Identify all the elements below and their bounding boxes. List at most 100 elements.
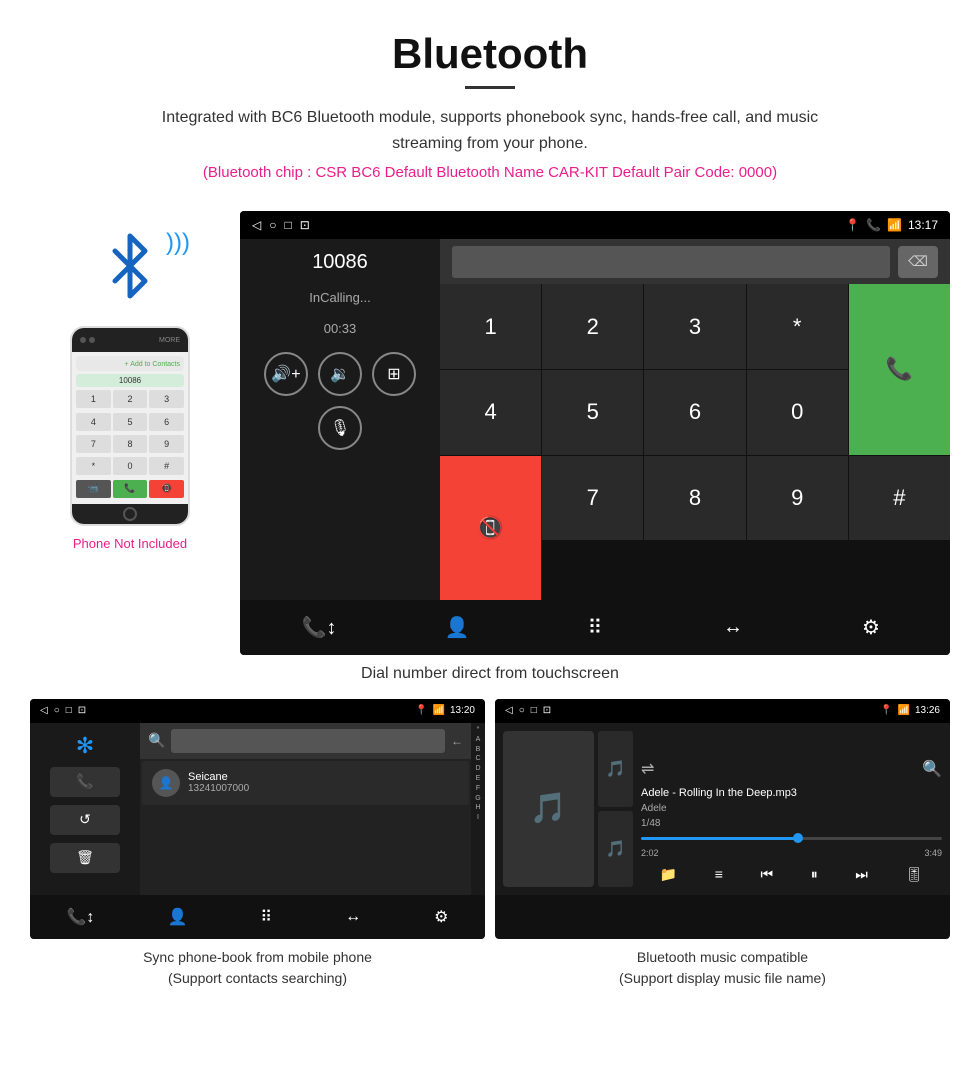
pb-search-input[interactable] — [171, 729, 445, 753]
pb-search-bar: 🔍 ← — [140, 723, 471, 759]
call-icon: 📞 — [866, 218, 881, 232]
album-secondary-art: 🎵 🎵 — [598, 731, 633, 887]
phonebook-main: 🔍 ← 👤 Seicane 13241007000 — [140, 723, 471, 895]
pb-sync-button[interactable]: ↺ — [50, 805, 120, 835]
dial-layout: 10086 InCalling... 00:33 🔊+ 🔉 ⊞ 🎙 ⌫ — [240, 239, 950, 600]
key-6[interactable]: 6 — [644, 370, 745, 455]
volume-down-button[interactable]: 🔉 — [318, 352, 362, 396]
phone-top-bar: MORE — [72, 328, 188, 352]
key-zero[interactable]: 0 — [747, 370, 848, 455]
mute-button[interactable]: 🎙 — [318, 406, 362, 450]
key-1[interactable]: 1 — [440, 284, 541, 369]
contacts-tab-icon[interactable]: 👤 — [435, 605, 479, 649]
transfer-button[interactable]: ⊞ — [372, 352, 416, 396]
call-end-button[interactable]: 📵 — [440, 456, 541, 600]
music-track-name: Adele - Rolling In the Deep.mp3 — [641, 787, 942, 799]
key-5[interactable]: 5 — [542, 370, 643, 455]
dial-left-panel: 10086 InCalling... 00:33 🔊+ 🔉 ⊞ 🎙 — [240, 239, 440, 600]
phonebook-screen: ◁ ○ □ ⊡ 📍 📶 13:20 ✻ 📞 ↺ 🗑 — [30, 699, 485, 939]
album-sm-2: 🎵 — [598, 811, 633, 887]
backspace-button[interactable]: ⌫ — [898, 246, 938, 278]
pb-back-icon: ◁ — [40, 705, 48, 716]
pb-contacts-tab[interactable]: 👤 — [167, 907, 187, 927]
music-playback-controls: 📁 ≡ ⏮ ⏸ ⏭ 🎚 — [641, 862, 942, 887]
bluetooth-icon-container: ))) — [100, 231, 160, 306]
key-4[interactable]: 4 — [440, 370, 541, 455]
dial-right-panel: ⌫ 1 2 3 * 📞 4 5 6 0 📵 7 8 — [440, 239, 950, 600]
equalizer-icon[interactable]: 🎚 — [905, 866, 923, 883]
pb-contact-phone: 13241007000 — [188, 783, 249, 794]
android-status-bar: ◁ ○ □ ⊡ 📍 📞 📶 13:17 — [240, 211, 950, 239]
bottom-screenshots: ◁ ○ □ ⊡ 📍 📶 13:20 ✻ 📞 ↺ 🗑 — [0, 699, 980, 989]
pb-contact-name: Seicane — [188, 771, 249, 783]
keypad-grid: 1 2 3 * 📞 4 5 6 0 📵 7 8 9 # — [440, 284, 950, 600]
music-controls-top: ⇌ 🔍 — [641, 759, 942, 779]
folder-icon[interactable]: 📁 — [660, 866, 677, 883]
ms-time: 13:26 — [915, 705, 940, 716]
music-progress-dot[interactable] — [793, 833, 803, 843]
music-time-total: 3:49 — [924, 848, 942, 858]
signal-waves-icon: ))) — [166, 231, 190, 255]
pb-location-icon: 📍 — [415, 705, 427, 716]
pb-delete-button[interactable]: 🗑 — [50, 843, 120, 873]
key-star[interactable]: * — [747, 284, 848, 369]
volume-up-button[interactable]: 🔊+ — [264, 352, 308, 396]
phonebook-bottom-bar: 📞↕ 👤 ⠿ ↔ ⚙ — [30, 895, 485, 939]
music-time-current: 2:02 — [641, 848, 659, 858]
music-album-art: 🎵 🎵 🎵 — [503, 731, 633, 887]
call-answer-button[interactable]: 📞 — [849, 284, 950, 454]
calls-tab-icon[interactable]: 📞↕ — [297, 605, 341, 649]
next-icon[interactable]: ⏭ — [855, 866, 868, 883]
signal-icon: 📶 — [887, 218, 902, 232]
music-status-bar: ◁ ○ □ ⊡ 📍 📶 13:26 — [495, 699, 950, 723]
pb-notif-icon: ⊡ — [78, 705, 86, 716]
key-9[interactable]: 9 — [747, 456, 848, 541]
dialpad-tab-icon[interactable]: ⠿ — [573, 605, 617, 649]
pb-dialpad-tab[interactable]: ⠿ — [260, 907, 272, 927]
pb-bluetooth-icon: ✻ — [76, 733, 94, 759]
transfer-tab-icon[interactable]: ↔ — [711, 605, 755, 649]
music-info: ⇌ 🔍 Adele - Rolling In the Deep.mp3 Adel… — [641, 731, 942, 887]
music-progress-fill — [641, 837, 798, 840]
android-dial-screen: ◁ ○ □ ⊡ 📍 📞 📶 13:17 10086 InCalling... — [240, 211, 950, 655]
dial-timer: 00:33 — [324, 321, 357, 336]
music-screenshot-block: ◁ ○ □ ⊡ 📍 📶 13:26 🎵 🎵 🎵 — [495, 699, 950, 989]
search-icon[interactable]: 🔍 — [922, 759, 942, 779]
pb-settings-tab[interactable]: ⚙ — [434, 907, 448, 927]
key-7[interactable]: 7 — [542, 456, 643, 541]
phonebook-sidebar: ✻ 📞 ↺ 🗑 — [30, 723, 140, 895]
shuffle-icon[interactable]: ⇌ — [641, 759, 654, 779]
pb-call-button[interactable]: 📞 — [50, 767, 120, 797]
phone-keypad: 123 456 789 *0# 📹 📞 📵 — [76, 390, 184, 500]
play-pause-icon[interactable]: ⏸ — [811, 866, 818, 883]
key-2[interactable]: 2 — [542, 284, 643, 369]
music-layout: 🎵 🎵 🎵 ⇌ 🔍 Adele - Rolling In the Deep.mp… — [495, 723, 950, 895]
pb-calls-tab[interactable]: 📞↕ — [67, 907, 95, 927]
phonebook-screenshot-block: ◁ ○ □ ⊡ 📍 📶 13:20 ✻ 📞 ↺ 🗑 — [30, 699, 485, 989]
settings-tab-icon[interactable]: ⚙ — [849, 605, 893, 649]
music-progress-bar — [641, 837, 942, 840]
pb-contact-item[interactable]: 👤 Seicane 13241007000 — [142, 761, 469, 805]
key-hash[interactable]: # — [849, 456, 950, 541]
ms-signal-icon: 📶 — [898, 705, 910, 716]
location-icon: 📍 — [845, 218, 860, 232]
pb-home-icon: ○ — [54, 705, 60, 716]
playlist-icon[interactable]: ≡ — [715, 866, 723, 882]
phone-image: MORE + Add to Contacts 10086 123 456 789… — [70, 326, 190, 526]
page-header: Bluetooth Integrated with BC6 Bluetooth … — [0, 0, 980, 211]
pb-alphabet-index: * A B C D E F G H I — [471, 723, 485, 895]
pb-recents-icon: □ — [66, 705, 72, 716]
status-time: 13:17 — [908, 218, 938, 232]
back-icon: ◁ — [252, 218, 261, 232]
key-3[interactable]: 3 — [644, 284, 745, 369]
phone-screen-top: + Add to Contacts — [76, 356, 184, 371]
main-screen-caption: Dial number direct from touchscreen — [0, 665, 980, 683]
phone-not-included-label: Phone Not Included — [73, 536, 187, 551]
prev-icon[interactable]: ⏮ — [761, 866, 774, 883]
music-time: 2:02 3:49 — [641, 848, 942, 858]
ms-location-icon: 📍 — [880, 705, 892, 716]
dial-status: InCalling... — [309, 290, 370, 305]
number-input-box[interactable] — [452, 246, 890, 278]
key-8[interactable]: 8 — [644, 456, 745, 541]
pb-transfer-tab[interactable]: ↔ — [345, 908, 361, 926]
